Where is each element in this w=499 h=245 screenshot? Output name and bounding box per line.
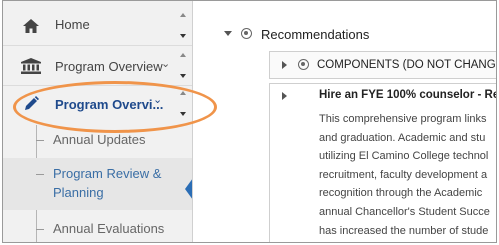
hire-counselor-description: This comprehensive program links and gra… — [319, 110, 496, 240]
divider — [3, 45, 192, 46]
sidebar-subitem-program-review-planning[interactable]: Program Review & Planning — [3, 158, 192, 210]
description-line: recruitment, faculty development a — [319, 168, 488, 181]
scroll-arrows[interactable] — [179, 89, 189, 119]
recommendations-title: Recommendations — [261, 27, 370, 42]
expand-right-icon[interactable] — [282, 92, 287, 100]
components-title: COMPONENTS (DO NOT CHANGE) — [317, 59, 497, 71]
target-icon — [241, 28, 252, 39]
sidebar-item-home[interactable]: Home — [3, 11, 192, 41]
active-caret-icon — [185, 178, 192, 200]
sidebar-subitem-annual-updates[interactable]: Annual Updates — [3, 129, 192, 151]
description-line: This comprehensive program links — [319, 113, 487, 125]
hire-counselor-section[interactable]: Hire an FYE 100% counselor - Reco This c… — [269, 83, 497, 242]
sidebar-item-program-overview[interactable]: Program Overview ⌄ — [3, 51, 192, 81]
chevron-down-icon[interactable]: ⌄ — [161, 57, 170, 70]
components-section[interactable]: COMPONENTS (DO NOT CHANGE) — [269, 51, 497, 79]
description-line: recognition through the Academic — [319, 187, 483, 200]
sidebar-subitem-label-line2: Planning — [53, 185, 104, 200]
sidebar: Home Program Overview ⌄ Program Overvi..… — [3, 1, 193, 242]
recommendations-header[interactable]: Recommendations — [216, 23, 496, 47]
target-icon — [298, 59, 309, 70]
description-line: has increased the number of stude — [319, 224, 489, 237]
chevron-down-icon[interactable]: ⌄ — [153, 93, 162, 106]
scroll-arrows[interactable] — [179, 51, 189, 81]
description-line: annual Chancellor's Student Succe — [319, 205, 490, 218]
hire-counselor-title: Hire an FYE 100% counselor - Reco — [319, 89, 497, 101]
sidebar-subitem-label-line1: Program Review & — [53, 166, 162, 181]
sidebar-item-label: Home — [55, 17, 90, 32]
sidebar-subitem-label: Annual Evaluations — [53, 221, 165, 236]
sidebar-item-label: Program Overvi... — [55, 97, 164, 112]
home-icon — [21, 17, 41, 35]
expand-down-icon[interactable] — [224, 31, 232, 36]
sidebar-subitem-label: Annual Updates — [53, 132, 146, 147]
pencil-icon — [21, 95, 41, 113]
description-line: utilizing El Camino College technol — [319, 150, 489, 163]
sidebar-item-program-overview-active[interactable]: Program Overvi... ⌄ — [3, 89, 192, 119]
description-line: and graduation. Academic and stu — [319, 131, 486, 144]
scroll-arrows[interactable] — [179, 11, 189, 41]
expand-right-icon[interactable] — [282, 61, 287, 69]
sidebar-subitem-annual-evaluations[interactable]: Annual Evaluations — [3, 217, 192, 241]
divider — [3, 85, 192, 86]
main-content: Recommendations COMPONENTS (DO NOT CHANG… — [194, 1, 497, 242]
sidebar-item-label: Program Overview — [55, 59, 163, 74]
app-frame: Home Program Overview ⌄ Program Overvi..… — [2, 0, 497, 243]
institution-icon — [21, 57, 41, 75]
